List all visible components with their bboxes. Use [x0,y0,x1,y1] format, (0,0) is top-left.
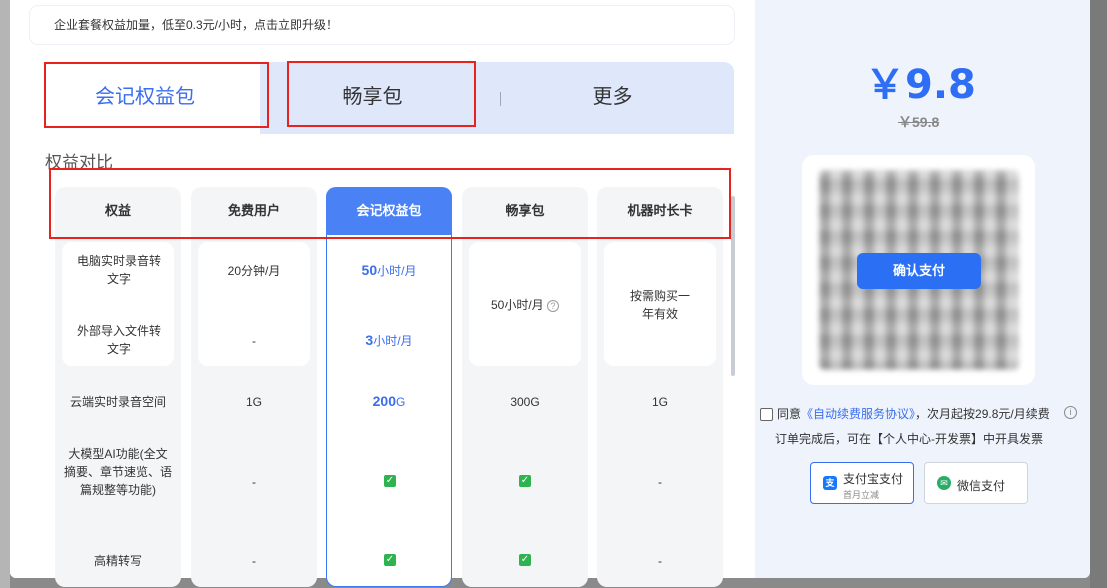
hd-free-value: - [252,554,256,568]
row-label-ai: 大模型AI功能(全文摘要、章节速览、语篇规整等功能) [64,447,173,497]
cloud-enjoy-value: 300G [510,395,540,409]
background-page [0,0,10,588]
agreement-suffix: ，次月起按29.8元/月续费 [915,407,1050,421]
question-icon[interactable]: ? [547,299,560,312]
tab-divider [500,92,501,106]
info-icon[interactable]: i [1064,406,1077,419]
invoice-note: 订单完成后，可在【个人中心-开发票】中开具发票 [775,432,1043,446]
ai-machine-value: - [658,475,662,489]
tab-member-package[interactable]: 会记权益包 [30,62,260,134]
background-page-right [1090,0,1107,588]
member-realtime-value: 50小时/月 [361,262,417,278]
agreement-prefix: 同意 [777,407,802,421]
agreement-row: 同意《自动续费服务协议》，次月起按29.8元/月续费 [760,405,1050,422]
agreement-checkbox[interactable] [760,408,773,422]
check-icon: ✓ [519,475,531,487]
row-label-hd: 高精转写 [93,554,142,568]
upgrade-notice[interactable]: 企业套餐权益加量，低至0.3元/小时，点击立即升级！ [30,6,734,44]
original-price: ￥59.8 [898,114,940,130]
cloud-free-value: 1G [245,395,262,409]
alipay-button[interactable]: 支 支付宝支付 首月立减 [810,462,914,504]
cloud-machine-value: 1G [651,395,668,409]
ai-free-value: - [252,475,256,489]
cloud-member-value: 200G [372,393,406,409]
row-label-realtime: 电脑实时录音转文字 [76,254,161,286]
header-member-package: 会记权益包 [326,187,452,235]
check-icon: ✓ [384,554,396,566]
section-title: 权益对比 [45,153,113,172]
row-label-cloud: 云端实时录音空间 [69,395,166,409]
enjoy-combined-value: 50小时/月 ? [469,296,581,314]
header-benefit: 权益 [104,203,131,218]
tab-enjoy-package[interactable]: 畅享包 [280,62,465,134]
alipay-icon: 支 [823,476,837,490]
check-icon: ✓ [519,554,531,566]
alipay-sub-label: 首月立减 [843,490,880,500]
header-free: 免费用户 [227,203,280,218]
confirm-payment-button[interactable]: 确认支付 [857,253,981,289]
tab-more[interactable]: 更多 [510,62,715,134]
header-machine: 机器时长卡 [627,203,693,218]
scrollbar[interactable] [731,196,735,376]
wechat-icon: ✉ [937,476,951,490]
free-import-value: - [252,334,256,348]
wechat-pay-label: 微信支付 [957,479,1006,493]
alipay-label: 支付宝支付 [843,472,904,486]
hd-machine-value: - [658,554,662,568]
machine-combined-value: 按需购买一年有效 [629,289,690,321]
agreement-link[interactable]: 《自动续费服务协议》 [801,407,915,421]
wechat-pay-button[interactable]: ✉ 微信支付 [924,462,1028,504]
check-icon: ✓ [384,475,396,487]
header-enjoy: 畅享包 [505,203,545,218]
free-realtime-value: 20分钟/月 [227,264,281,278]
member-import-value: 3小时/月 [365,332,413,348]
plan-tabs: 会记权益包 畅享包 更多 [30,62,734,134]
price: ￥9.8 [865,62,976,108]
row-label-import: 外部导入文件转文字 [76,324,161,356]
